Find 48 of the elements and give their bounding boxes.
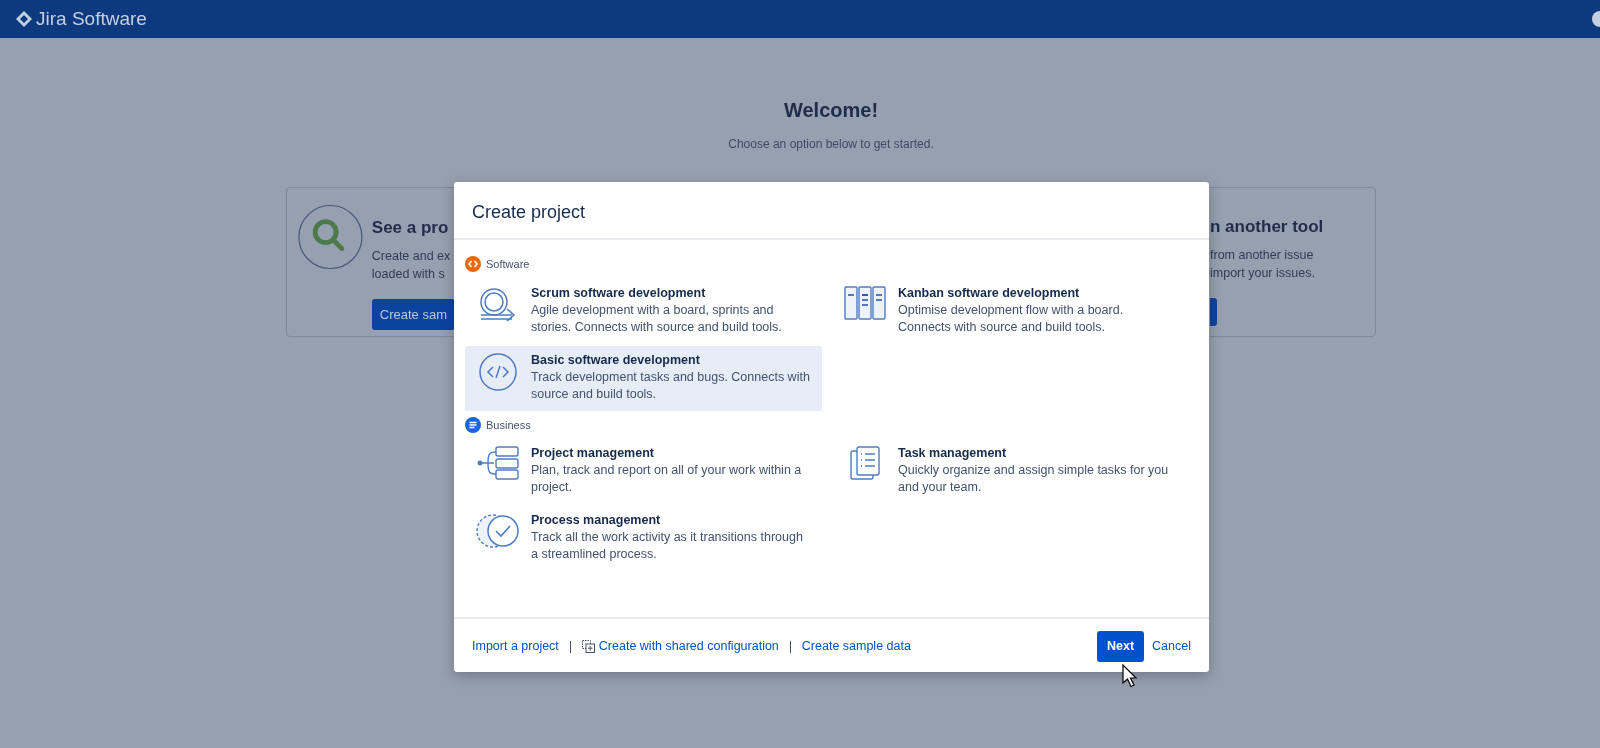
template-description: Agile development with a board, sprints and stories. Connects with source and build tools. (531, 301, 783, 336)
template-description: Optimise development flow with a board. Connects with source and build tools. (898, 301, 1125, 336)
cancel-link[interactable]: Cancel (1152, 637, 1191, 656)
check-circle-icon (475, 512, 521, 550)
section-label: Software (486, 257, 530, 272)
template-title: Scrum software development (531, 284, 707, 302)
board-columns-icon (843, 284, 887, 321)
card-text: import your issues. (1210, 264, 1316, 282)
next-button[interactable]: Next (1097, 631, 1145, 662)
card-text: Create and ex (371, 247, 452, 265)
code-badge-icon (465, 256, 481, 273)
template-title: Basic software development (531, 351, 701, 369)
template-description: Plan, track and report on all of your work within a project. (531, 462, 803, 496)
template-option[interactable]: Kanban software development Optimise development flow with a board. Connects with source and build tools. (832, 278, 1189, 344)
card-title: See a pro (371, 217, 450, 239)
welcome-subtitle: Choose an option below to get started. (728, 137, 934, 151)
card-title: n another tool (1210, 216, 1325, 238)
welcome-title: Welcome! (783, 99, 879, 121)
template-option[interactable]: Task management Quickly organize and assign simple tasks for you and your team. (832, 439, 1189, 504)
template-option[interactable]: Project management Plan, track and report on all of your work within a project. (465, 439, 822, 504)
template-title: Project management (531, 445, 655, 462)
template-option[interactable]: Basic software development Track development tasks and bugs. Connects with source and build tools. (465, 345, 822, 411)
magnifier-icon (297, 202, 364, 272)
hierarchy-icon (476, 445, 520, 481)
help-icon[interactable] (1591, 10, 1600, 28)
document-badge-icon (465, 416, 481, 433)
create-sample-button[interactable]: Create sam (371, 298, 455, 330)
checklist-icon (849, 445, 881, 481)
card-text: loaded with s (371, 265, 446, 283)
template-description: Track all the work activity as it transitions through a streamlined process. (531, 529, 804, 563)
dialog-title: Create project (472, 202, 586, 222)
footer-link[interactable]: Create with shared configuration (581, 637, 779, 656)
card-text: from another issue (1210, 246, 1315, 264)
template-title: Process management (531, 512, 662, 529)
product-name[interactable]: Jira Software (36, 4, 147, 34)
code-icon (478, 351, 518, 392)
import-button[interactable] (1210, 297, 1217, 326)
template-option[interactable]: Scrum software development Agile development with a board, sprints and stories. Connects with source and build tools. (465, 278, 822, 344)
copy-add-icon (581, 640, 595, 654)
template-option[interactable]: Process management Track all the work activity as it transitions through a streamlined process. (465, 506, 822, 571)
template-title: Task management (898, 445, 1008, 462)
footer-link[interactable]: Import a project (472, 637, 559, 656)
template-description: Quickly organize and assign simple tasks for you and your team. (898, 462, 1170, 496)
logo-icon (16, 11, 32, 27)
template-description: Track development tasks and bugs. Connects with source and build tools. (531, 368, 811, 403)
footer-link[interactable]: Create sample data (801, 637, 911, 656)
section-label: Business (486, 417, 531, 433)
template-title: Kanban software development (898, 284, 1081, 302)
